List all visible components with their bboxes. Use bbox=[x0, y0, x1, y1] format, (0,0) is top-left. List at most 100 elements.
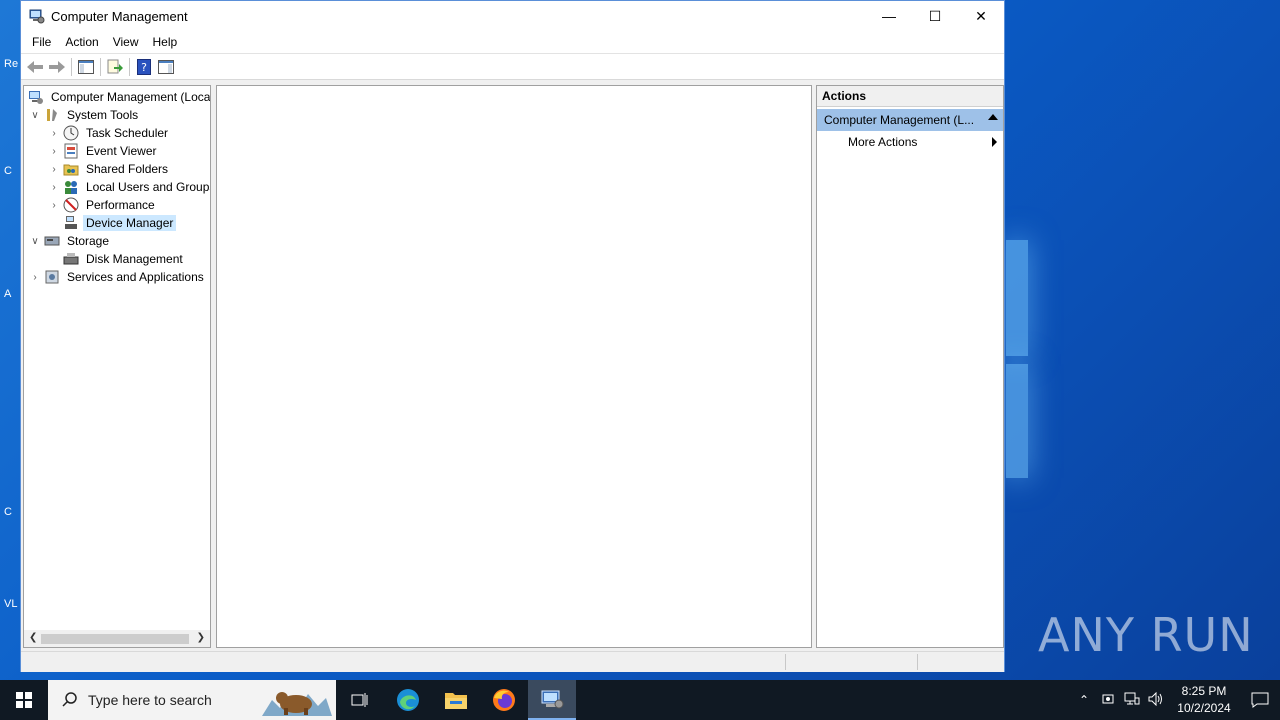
tree-label: Computer Management (Local bbox=[51, 90, 211, 104]
show-hide-tree-button[interactable] bbox=[75, 56, 97, 78]
title-bar[interactable]: Computer Management — ☐ ✕ bbox=[21, 1, 1004, 31]
computer-management-taskbar-button[interactable] bbox=[528, 680, 576, 720]
tree-label: Storage bbox=[67, 234, 110, 248]
chevron-up-icon[interactable]: ⌃ bbox=[1072, 693, 1096, 707]
tree-label: Event Viewer bbox=[86, 144, 157, 158]
tree-item-root[interactable]: Computer Management (Local bbox=[26, 88, 211, 106]
clock-time: 8:25 PM bbox=[1181, 684, 1227, 698]
desktop-icon-label[interactable]: C bbox=[4, 165, 20, 177]
more-actions-item[interactable]: More Actions bbox=[817, 131, 1003, 153]
console-tree[interactable]: Computer Management (Local ∨ System Tool… bbox=[23, 85, 211, 648]
show-hide-action-pane-button[interactable] bbox=[155, 56, 177, 78]
volume-icon[interactable] bbox=[1144, 691, 1168, 709]
event-viewer-icon bbox=[64, 143, 78, 159]
chevron-right-icon[interactable]: › bbox=[47, 128, 61, 139]
show-hide-action-pane-icon bbox=[158, 59, 174, 74]
actions-group-computer-management[interactable]: Computer Management (L... bbox=[817, 109, 1003, 131]
tree-item-device-manager[interactable]: Device Manager bbox=[61, 214, 177, 232]
start-button[interactable] bbox=[0, 680, 48, 720]
tree-label: Services and Applications bbox=[67, 270, 204, 284]
export-list-icon bbox=[107, 59, 123, 73]
menu-help[interactable]: Help bbox=[146, 35, 185, 49]
details-pane[interactable] bbox=[216, 85, 812, 648]
chevron-right-icon[interactable]: › bbox=[47, 146, 61, 157]
scroll-right-icon[interactable]: ❯ bbox=[197, 632, 205, 643]
help-icon: ? bbox=[137, 58, 151, 75]
chevron-down-icon[interactable]: ∨ bbox=[28, 236, 42, 247]
tree-item-shared-folders[interactable]: › Shared Folders bbox=[47, 160, 171, 178]
file-explorer-icon bbox=[445, 693, 467, 709]
forward-arrow-icon bbox=[49, 60, 65, 73]
collapse-up-icon[interactable] bbox=[988, 114, 998, 120]
chevron-right-icon[interactable]: › bbox=[47, 182, 61, 193]
tree-label: Disk Management bbox=[86, 252, 183, 266]
toolbar-separator bbox=[71, 57, 72, 76]
menu-bar: File Action View Help bbox=[21, 31, 1004, 54]
horizontal-scrollbar[interactable]: ❮ ❯ bbox=[24, 630, 210, 647]
menu-file[interactable]: File bbox=[25, 35, 58, 49]
storage-icon bbox=[44, 236, 60, 246]
tools-icon bbox=[47, 109, 57, 121]
status-divider bbox=[917, 654, 918, 670]
svg-text:?: ? bbox=[141, 61, 147, 74]
desktop-icon-label[interactable]: A bbox=[4, 288, 20, 300]
computer-management-icon bbox=[29, 9, 45, 24]
actions-pane: Actions Computer Management (L... More A… bbox=[816, 85, 1004, 648]
maximize-button[interactable]: ☐ bbox=[912, 1, 958, 31]
file-explorer-button[interactable] bbox=[432, 680, 480, 720]
chevron-right-icon[interactable]: › bbox=[47, 200, 61, 211]
action-center-button[interactable] bbox=[1240, 692, 1280, 708]
chevron-right-icon[interactable]: › bbox=[47, 164, 61, 175]
desktop-icon-label[interactable]: Re bbox=[4, 58, 20, 70]
speaker-icon bbox=[1148, 691, 1162, 706]
tree-label: Local Users and Groups bbox=[86, 180, 211, 194]
desktop-icon-label[interactable]: C bbox=[4, 506, 20, 518]
taskbar-search-box[interactable]: Type here to search bbox=[48, 680, 336, 720]
toolbar-separator bbox=[129, 57, 130, 76]
performance-icon bbox=[63, 197, 79, 213]
chevron-down-icon[interactable]: ∨ bbox=[28, 110, 42, 121]
task-view-button[interactable] bbox=[336, 680, 384, 720]
firefox-button[interactable] bbox=[480, 680, 528, 720]
tree-item-disk-management[interactable]: Disk Management bbox=[61, 250, 186, 268]
network-wired-icon bbox=[1124, 692, 1140, 704]
more-actions-label: More Actions bbox=[848, 135, 918, 149]
scroll-left-icon[interactable]: ❮ bbox=[29, 632, 37, 643]
tree-item-task-scheduler[interactable]: › Task Scheduler bbox=[47, 124, 171, 142]
computer-management-icon bbox=[541, 690, 564, 709]
back-button[interactable] bbox=[24, 56, 46, 78]
tree-label: Task Scheduler bbox=[86, 126, 169, 140]
help-button[interactable]: ? bbox=[133, 56, 155, 78]
network-adapter-icon[interactable] bbox=[1096, 692, 1120, 709]
firefox-icon bbox=[493, 689, 515, 711]
minimize-button[interactable]: — bbox=[866, 1, 912, 31]
actions-header: Actions bbox=[817, 86, 1003, 107]
meet-now-icon bbox=[1102, 694, 1114, 703]
tree-label: Device Manager bbox=[83, 215, 177, 231]
network-icon[interactable] bbox=[1120, 692, 1144, 709]
search-placeholder: Type here to search bbox=[88, 692, 212, 708]
tree-item-services[interactable]: › Services and Applications bbox=[28, 268, 207, 286]
toolbar: ? bbox=[21, 54, 1004, 80]
taskbar-clock[interactable]: 8:25 PM 10/2/2024 bbox=[1168, 683, 1240, 717]
close-button[interactable]: ✕ bbox=[958, 1, 1004, 31]
tree-item-event-viewer[interactable]: › Event Viewer bbox=[47, 142, 159, 160]
tree-item-system-tools[interactable]: ∨ System Tools bbox=[28, 106, 141, 124]
edge-button[interactable] bbox=[384, 680, 432, 720]
clock-date: 10/2/2024 bbox=[1177, 701, 1231, 715]
export-list-button[interactable] bbox=[104, 56, 126, 78]
anyrun-watermark: ANY RUN bbox=[1038, 608, 1254, 662]
device-manager-icon bbox=[65, 216, 77, 229]
menu-action[interactable]: Action bbox=[58, 35, 105, 49]
desktop-icon-label[interactable]: VL bbox=[4, 598, 20, 610]
forward-button[interactable] bbox=[46, 56, 68, 78]
scrollbar-thumb[interactable] bbox=[41, 634, 189, 644]
tree-item-performance[interactable]: › Performance bbox=[47, 196, 158, 214]
submenu-arrow-icon bbox=[992, 137, 997, 147]
tree-label: Shared Folders bbox=[86, 162, 169, 176]
tree-item-local-users[interactable]: › Local Users and Groups bbox=[47, 178, 211, 196]
chevron-right-icon[interactable]: › bbox=[28, 272, 42, 283]
watermark-text: ANY RUN bbox=[1038, 608, 1254, 662]
tree-item-storage[interactable]: ∨ Storage bbox=[28, 232, 112, 250]
menu-view[interactable]: View bbox=[106, 35, 146, 49]
